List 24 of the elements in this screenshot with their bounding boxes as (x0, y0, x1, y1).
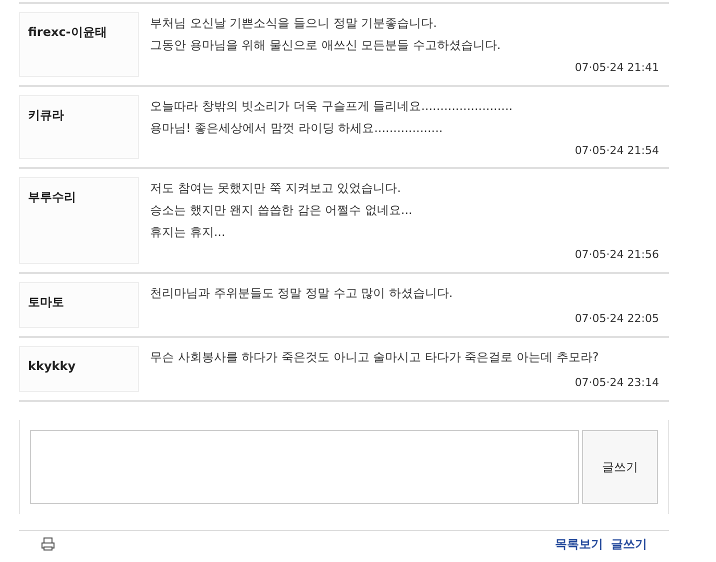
printer-icon[interactable] (41, 536, 55, 550)
footer-link[interactable]: 목록보기 (555, 534, 603, 552)
comment-text: 휴지는 휴지... (150, 224, 226, 241)
comment-text: 저도 참여는 못했지만 쭉 지켜보고 있었습니다. (150, 180, 402, 197)
comment-time: 07·05·24 23:14 (574, 375, 659, 391)
footer-link[interactable]: 글쓰기 (611, 534, 647, 552)
comment-text: 승소는 했지만 왠지 씁씁한 감은 어쩔수 없네요... (150, 202, 414, 219)
author-name: 토마토 (28, 294, 64, 308)
author-name: 키큐라 (28, 108, 64, 122)
comment-time: 07·05·24 22:05 (574, 311, 659, 327)
comment-text: 용마님! 좋은세상에서 맘껏 라이딩 하세요.................. (150, 120, 444, 136)
comment-text: 오늘따라 창밖의 빗소리가 더욱 구슬프게 들리네요........................ (150, 98, 514, 114)
comment-input-field[interactable] (30, 430, 579, 504)
comment-time: 07·05·24 21:54 (574, 142, 659, 158)
comment-text: 무슨 사회봉사를 하다가 죽은것도 아니고 술마시고 타다가 죽은걸로 아는데 추모라? (150, 348, 600, 366)
author-name: kkykky (28, 358, 76, 372)
comment-time: 07·05·24 21:56 (574, 247, 659, 263)
author-name: firexc-이윤태 (28, 25, 107, 39)
submit-button[interactable]: 글쓰기 (582, 430, 658, 504)
author-name: 부루수리 (28, 190, 76, 204)
comment-text: 부처님 오신날 기쁜소식을 들으니 정말 기분좋습니다. (150, 15, 438, 32)
comment-text: 그동안 용마님을 위해 물신으로 애쓰신 모든분들 수고하셨습니다. (150, 37, 502, 54)
comment-time: 07·05·24 21:41 (574, 60, 659, 76)
comment-text: 천리마님과 주위분들도 정말 정말 수고 많이 하셨습니다. (150, 284, 454, 302)
